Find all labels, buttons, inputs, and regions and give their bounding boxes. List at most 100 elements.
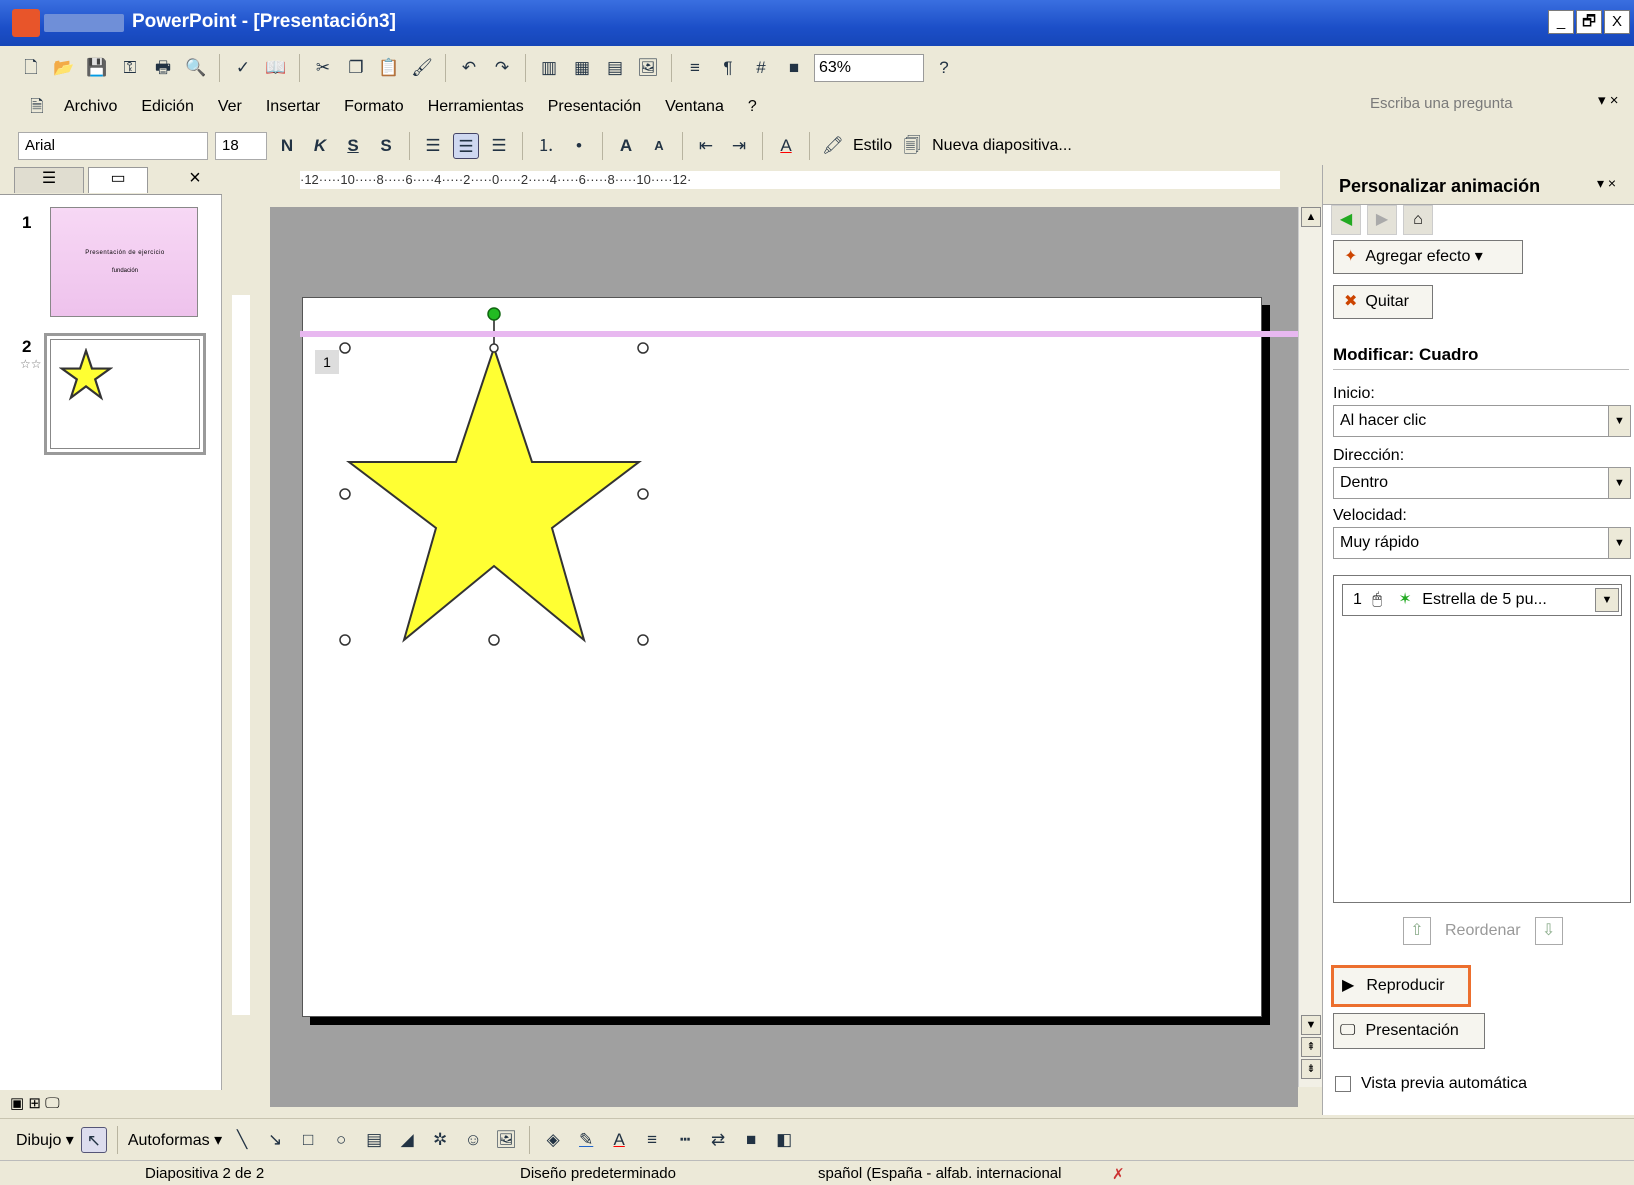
home-icon[interactable]: ⌂ [1403,205,1433,235]
line-icon[interactable]: ╲ [229,1127,255,1153]
numbering-icon[interactable]: ⒈ [533,133,559,159]
shrink-font-button[interactable]: A [646,133,672,159]
italic-button[interactable]: K [307,133,333,159]
auto-preview-checkbox[interactable] [1335,1076,1351,1092]
align-left-icon[interactable]: ☰ [420,133,446,159]
slideshow-view-icon[interactable]: 🖵 [45,1095,59,1112]
bold-button[interactable]: N [274,133,300,159]
text-box-icon[interactable]: ▤ [361,1127,387,1153]
scroll-down-icon[interactable]: ▼ [1301,1015,1321,1035]
tab-slides[interactable]: ▭ [88,167,148,193]
spelling-icon[interactable]: ✓ [230,55,256,81]
task-pane-dropdown-icon[interactable]: ▾ × [1597,175,1616,192]
save-icon[interactable]: 💾 [84,55,110,81]
print-icon[interactable]: 🖶 [150,55,176,81]
tables-borders-icon[interactable]: ▤ [602,55,628,81]
menu-formato[interactable]: Formato [344,98,404,116]
slide-1-thumbnail[interactable]: Presentación de ejercicio fundación [50,207,198,317]
menu-archivo[interactable]: Archivo [64,98,117,116]
menu-help[interactable]: ? [748,98,757,116]
3d-style-icon[interactable]: ◧ [771,1127,797,1153]
paste-icon[interactable]: 📋 [376,55,402,81]
draw-menu[interactable]: Dibujo ▾ [16,1130,74,1150]
previous-slide-icon[interactable]: ⇞ [1301,1037,1321,1057]
next-slide-icon[interactable]: ⇟ [1301,1059,1321,1079]
direction-select[interactable]: Dentro ▼ [1333,467,1631,499]
maximize-button[interactable]: 🗗 [1576,10,1602,34]
insert-picture-icon[interactable]: 🖼 [635,55,661,81]
research-icon[interactable]: 📖 [263,55,289,81]
move-up-icon[interactable]: ⇧ [1403,917,1431,945]
zoom-box[interactable]: 63% [814,54,924,82]
line-style-icon[interactable]: ≡ [639,1127,665,1153]
menu-presentacion[interactable]: Presentación [548,98,641,116]
style-button[interactable]: Estilo [853,137,892,155]
slide-2[interactable]: 1 [302,297,1262,1017]
font-size-select[interactable]: 18 [215,132,267,160]
help-icon[interactable]: ? [931,55,957,81]
close-button[interactable]: X [1604,10,1630,34]
animation-list-item[interactable]: 1 🖱 ✶ Estrella de 5 pu... ▼ [1342,584,1622,616]
fill-color-icon[interactable]: ◈ [540,1127,566,1153]
new-slide-button[interactable]: Nueva diapositiva... [932,137,1072,155]
forward-icon[interactable]: ▶ [1367,205,1397,235]
panel-close-button[interactable]: × [180,167,210,193]
print-preview-icon[interactable]: 🔍 [183,55,209,81]
open-icon[interactable]: 📂 [51,55,77,81]
close-document-icon[interactable]: ▾ × [1598,91,1618,109]
insert-table-icon[interactable]: ▦ [569,55,595,81]
tab-outline[interactable]: ☰ [14,167,84,193]
move-down-icon[interactable]: ⇩ [1534,917,1563,945]
select-objects-icon[interactable]: ↖ [80,1127,107,1153]
menu-edicion[interactable]: Edición [141,98,193,116]
normal-view-icon[interactable]: ▣ [10,1095,24,1112]
arrow-style-icon[interactable]: ⇄ [705,1127,731,1153]
add-effect-button[interactable]: ✦ Agregar efecto ▾ [1333,240,1523,274]
play-button[interactable]: ▶ Reproducir [1331,965,1471,1007]
diagram-icon[interactable]: ✲ [427,1127,453,1153]
autoshapes-menu[interactable]: Autoformas ▾ [128,1130,222,1150]
decrease-indent-icon[interactable]: ⇤ [693,133,719,159]
speed-select[interactable]: Muy rápido ▼ [1333,527,1631,559]
wordart-icon[interactable]: ◢ [394,1127,420,1153]
font-color-icon[interactable]: A [773,133,799,159]
speed-dropdown-icon[interactable]: ▼ [1608,528,1630,558]
line-color-icon[interactable]: ✎ [573,1127,599,1153]
remove-button[interactable]: ✖ Quitar [1333,285,1433,319]
color-grayscale-icon[interactable]: ■ [781,55,807,81]
permission-icon[interactable]: ⚿ [117,55,143,81]
align-center-icon[interactable]: ☰ [453,133,479,159]
copy-icon[interactable]: ❐ [343,55,369,81]
menu-insertar[interactable]: Insertar [266,98,320,116]
direction-dropdown-icon[interactable]: ▼ [1608,468,1630,498]
start-select[interactable]: Al hacer clic ▼ [1333,405,1631,437]
menu-ventana[interactable]: Ventana [665,98,724,116]
back-icon[interactable]: ◀ [1331,205,1361,235]
show-formatting-icon[interactable]: ¶ [715,55,741,81]
cut-icon[interactable]: ✂ [310,55,336,81]
rectangle-icon[interactable]: □ [295,1127,321,1153]
oval-icon[interactable]: ○ [328,1127,354,1153]
undo-icon[interactable]: ↶ [456,55,482,81]
document-icon[interactable]: 🗎 [24,94,50,120]
expand-all-icon[interactable]: ≡ [682,55,708,81]
start-dropdown-icon[interactable]: ▼ [1608,406,1630,436]
animation-item-dropdown-icon[interactable]: ▼ [1595,588,1619,612]
arrow-icon[interactable]: ↘ [262,1127,288,1153]
shadow-button[interactable]: S [373,133,399,159]
scroll-up-icon[interactable]: ▲ [1301,207,1321,227]
minimize-button[interactable]: _ [1548,10,1574,34]
align-right-icon[interactable]: ☰ [486,133,512,159]
show-grid-icon[interactable]: # [748,55,774,81]
format-painter-icon[interactable]: 🖌 [409,55,435,81]
redo-icon[interactable]: ↷ [489,55,515,81]
insert-chart-icon[interactable]: ▥ [536,55,562,81]
menu-herramientas[interactable]: Herramientas [428,98,524,116]
slideshow-button[interactable]: 🖵 Presentación [1333,1013,1485,1049]
slide-sorter-icon[interactable]: ⊞ [28,1095,41,1112]
font-color-draw-icon[interactable]: A [606,1127,632,1153]
clip-art-icon[interactable]: ☺ [460,1127,486,1153]
slide-2-thumbnail[interactable] [44,333,206,455]
new-icon[interactable]: 🗋 [18,55,44,81]
ask-question-input[interactable]: Escriba una pregunta [1370,91,1560,117]
